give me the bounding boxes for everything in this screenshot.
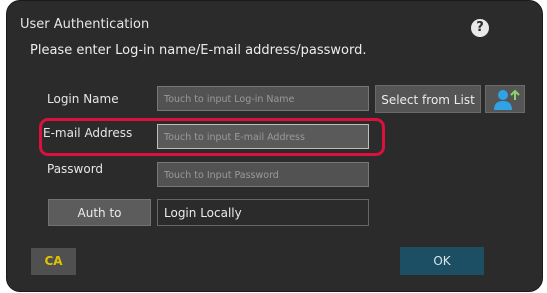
user-list-button[interactable] <box>485 85 525 113</box>
password-field[interactable]: Touch to Input Password <box>157 162 369 187</box>
login-name-label: Login Name <box>47 92 119 106</box>
question-icon[interactable]: ? <box>471 19 489 37</box>
auth-to-value[interactable]: Login Locally <box>157 199 369 226</box>
add-user-icon <box>494 89 520 110</box>
dialog-title: User Authentication <box>20 17 150 32</box>
login-name-field[interactable]: Touch to input Log-in Name <box>157 86 369 111</box>
email-highlight-frame <box>39 118 385 156</box>
instruction-text: Please enter Log-in name/E-mail address/… <box>30 43 367 58</box>
ok-button[interactable]: OK <box>400 247 484 275</box>
password-label: Password <box>47 162 104 176</box>
ca-button[interactable]: CA <box>31 248 76 275</box>
auth-to-button[interactable]: Auth to <box>48 199 151 226</box>
user-authentication-dialog: User Authentication ? Please enter Log-i… <box>6 0 543 292</box>
select-from-list-button[interactable]: Select from List <box>375 85 481 113</box>
